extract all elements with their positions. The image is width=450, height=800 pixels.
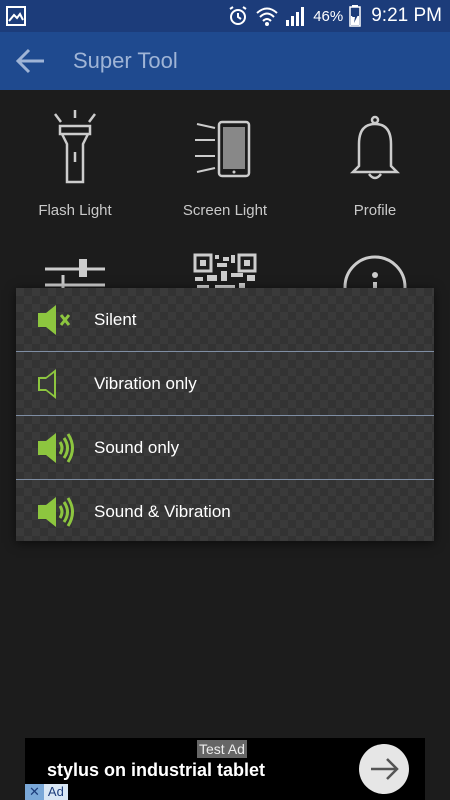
wifi-icon <box>256 7 278 26</box>
tool-qr-scanner[interactable] <box>150 253 300 293</box>
ad-open-button[interactable] <box>359 744 409 794</box>
tool-about[interactable] <box>300 253 450 293</box>
option-label: Sound & Vibration <box>94 501 231 521</box>
arrow-right-icon <box>371 758 399 780</box>
tool-flash-light[interactable]: Flash Light <box>0 110 150 219</box>
option-label: Vibration only <box>94 373 197 393</box>
option-label: Silent <box>94 309 137 329</box>
qr-code-icon <box>193 253 257 291</box>
tool-label: Profile <box>353 202 397 219</box>
ad-headline[interactable]: stylus on industrial tablet <box>47 760 265 781</box>
ad-label: Ad <box>43 784 68 800</box>
speaker-sound-icon <box>38 497 74 527</box>
close-icon[interactable]: ✕ <box>25 784 44 800</box>
app-bar: Super Tool <box>0 32 450 90</box>
tool-profile[interactable]: Profile <box>300 110 450 219</box>
alarm-icon <box>229 6 247 25</box>
tool-screen-light[interactable]: Screen Light <box>150 110 300 219</box>
speaker-sound-icon <box>38 433 74 463</box>
ad-choices[interactable]: ✕ Ad <box>25 784 68 800</box>
speaker-icon <box>38 369 56 399</box>
option-silent[interactable]: Silent <box>16 288 434 351</box>
ad-banner[interactable]: Test Ad stylus on industrial tablet ✕ Ad <box>25 738 425 800</box>
test-ad-badge: Test Ad <box>197 740 247 758</box>
arrow-left-icon[interactable] <box>14 46 46 76</box>
flashlight-icon <box>54 110 96 184</box>
signal-icon <box>286 7 305 26</box>
option-sound-and-vibration[interactable]: Sound & Vibration <box>16 479 434 543</box>
page-title: Super Tool <box>73 48 178 73</box>
bell-icon <box>349 115 401 180</box>
tool-label: Screen Light <box>182 202 268 219</box>
info-icon <box>343 255 407 293</box>
status-bar: 46% 9:21 PM <box>0 0 450 32</box>
speaker-muted-icon <box>38 305 71 335</box>
battery-percent: 46% <box>313 7 344 25</box>
clock: 9:21 PM <box>371 5 442 26</box>
option-vibration-only[interactable]: Vibration only <box>16 351 434 415</box>
battery-icon <box>349 5 361 27</box>
profile-dialog: Silent Vibration only Sound only Sound &… <box>16 288 434 541</box>
option-sound-only[interactable]: Sound only <box>16 415 434 479</box>
tool-label: Flash Light <box>38 202 112 219</box>
screen-light-icon <box>195 120 251 178</box>
image-icon <box>6 6 26 26</box>
option-label: Sound only <box>94 437 180 457</box>
